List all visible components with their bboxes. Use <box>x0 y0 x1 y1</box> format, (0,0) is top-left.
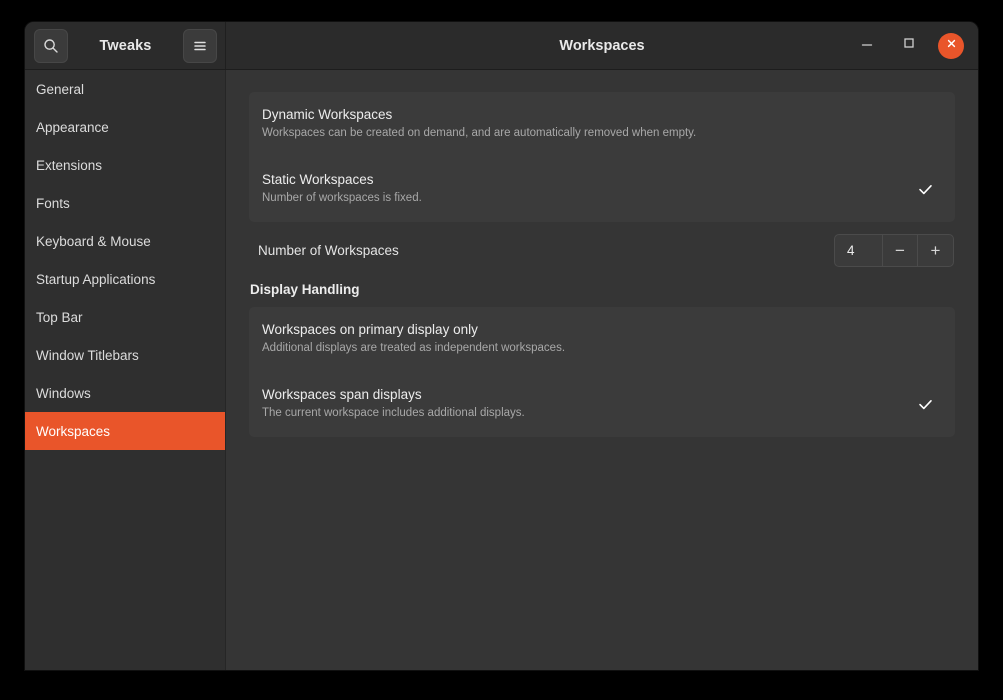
option-subtitle: The current workspace includes additiona… <box>262 407 525 419</box>
window-body: General Appearance Extensions Fonts Keyb… <box>25 70 978 670</box>
option-dynamic-workspaces[interactable]: Dynamic Workspaces Workspaces can be cre… <box>249 92 955 157</box>
sidebar-item-startup-applications[interactable]: Startup Applications <box>25 260 225 298</box>
sidebar-item-window-titlebars[interactable]: Window Titlebars <box>25 336 225 374</box>
window-controls <box>854 32 964 59</box>
close-icon <box>945 37 958 55</box>
option-text: Workspaces on primary display only Addit… <box>262 321 915 357</box>
sidebar-item-general[interactable]: General <box>25 70 225 108</box>
decrement-button[interactable]: − <box>883 235 918 266</box>
workspace-count-label: Number of Workspaces <box>258 243 399 258</box>
search-button[interactable] <box>34 28 68 63</box>
option-primary-display-only[interactable]: Workspaces on primary display only Addit… <box>249 307 955 372</box>
sidebar-item-appearance[interactable]: Appearance <box>25 108 225 146</box>
option-title: Dynamic Workspaces <box>262 107 393 122</box>
option-title: Workspaces on primary display only <box>262 322 478 337</box>
option-title: Static Workspaces <box>262 172 374 187</box>
header-bar: Tweaks Workspaces <box>25 22 978 70</box>
sidebar-item-windows[interactable]: Windows <box>25 374 225 412</box>
sidebar-item-top-bar[interactable]: Top Bar <box>25 298 225 336</box>
sidebar: General Appearance Extensions Fonts Keyb… <box>25 70 226 670</box>
minimize-button[interactable] <box>854 33 880 59</box>
tweaks-window: Tweaks Workspaces General Appearance Ext… <box>25 22 978 670</box>
sidebar-item-label: Fonts <box>36 195 70 211</box>
sidebar-item-label: Startup Applications <box>36 271 156 287</box>
option-text: Workspaces span displays The current wor… <box>262 386 915 422</box>
option-title: Workspaces span displays <box>262 387 422 402</box>
content-area: Dynamic Workspaces Workspaces can be cre… <box>226 70 978 670</box>
option-subtitle: Workspaces can be created on demand, and… <box>262 127 697 139</box>
sidebar-item-label: Window Titlebars <box>36 347 139 363</box>
workspace-count-stepper[interactable]: 4 − + <box>834 234 954 267</box>
option-subtitle: Number of workspaces is fixed. <box>262 192 422 204</box>
maximize-icon <box>902 36 916 55</box>
display-handling-heading: Display Handling <box>250 282 360 297</box>
maximize-button[interactable] <box>896 33 922 59</box>
option-subtitle: Additional displays are treated as indep… <box>262 342 566 354</box>
close-button[interactable] <box>938 32 964 59</box>
option-static-workspaces[interactable]: Static Workspaces Number of workspaces i… <box>249 157 955 222</box>
check-icon <box>915 396 935 413</box>
workspace-count-input[interactable]: 4 <box>835 235 883 266</box>
increment-button[interactable]: + <box>918 235 953 266</box>
sidebar-item-label: General <box>36 81 85 97</box>
sidebar-item-workspaces[interactable]: Workspaces <box>25 412 225 450</box>
minimize-icon <box>860 36 874 55</box>
header-bar-right: Workspaces <box>226 22 978 69</box>
option-text: Dynamic Workspaces Workspaces can be cre… <box>262 106 915 142</box>
option-text: Static Workspaces Number of workspaces i… <box>262 171 915 207</box>
option-span-displays[interactable]: Workspaces span displays The current wor… <box>249 372 955 437</box>
sidebar-item-keyboard-and-mouse[interactable]: Keyboard & Mouse <box>25 222 225 260</box>
search-icon <box>43 38 59 54</box>
hamburger-menu-icon <box>192 38 208 54</box>
main-menu-button[interactable] <box>183 28 217 63</box>
sidebar-item-label: Appearance <box>36 119 109 135</box>
sidebar-item-label: Extensions <box>36 157 103 173</box>
display-handling-card: Workspaces on primary display only Addit… <box>249 307 955 437</box>
sidebar-item-fonts[interactable]: Fonts <box>25 184 225 222</box>
header-bar-left: Tweaks <box>25 22 226 69</box>
app-title: Tweaks <box>99 37 152 54</box>
check-icon <box>915 181 935 198</box>
workspace-count-row: Number of Workspaces 4 − + <box>249 222 955 279</box>
sidebar-item-label: Windows <box>36 385 91 401</box>
sidebar-item-extensions[interactable]: Extensions <box>25 146 225 184</box>
sidebar-item-label: Workspaces <box>36 423 111 439</box>
sidebar-item-label: Keyboard & Mouse <box>36 233 151 249</box>
workspace-mode-card: Dynamic Workspaces Workspaces can be cre… <box>249 92 955 222</box>
sidebar-item-label: Top Bar <box>36 309 83 325</box>
